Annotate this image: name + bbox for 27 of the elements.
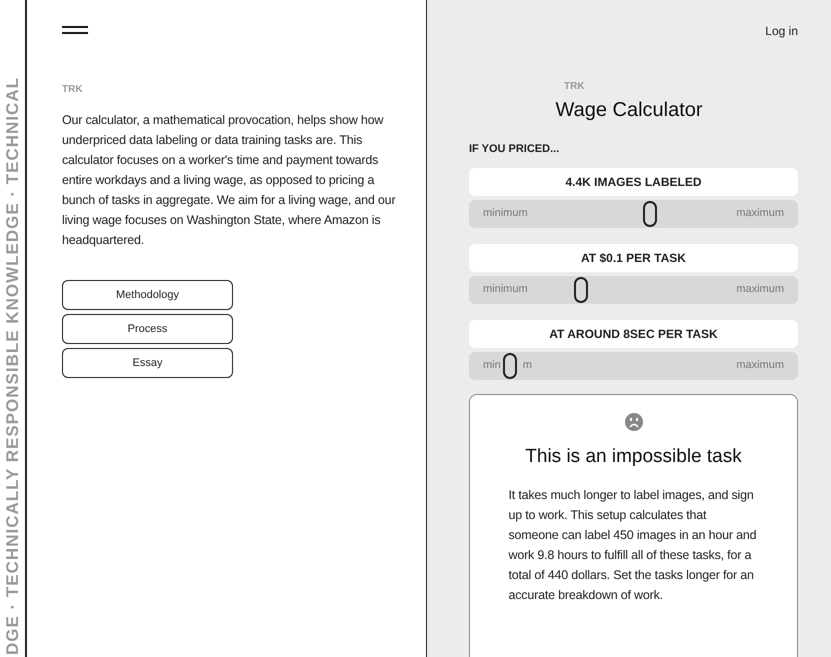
page-title: Wage Calculator bbox=[555, 98, 703, 123]
slider-max-label: maximum bbox=[736, 282, 784, 298]
logo: TRK bbox=[62, 83, 83, 97]
nav-button[interactable]: Essay bbox=[62, 348, 233, 378]
slider-min-label: minimum bbox=[483, 282, 528, 298]
sad-face-icon bbox=[624, 412, 642, 430]
vertical-banner-text: DGE · TECHNICALLY RESPONSIBLE KNOWLEDGE · TECHNICAL bbox=[2, 76, 23, 657]
slider-label: AT $0.1 PER TASK bbox=[469, 244, 798, 272]
login-link[interactable]: Log in bbox=[765, 22, 798, 40]
logo: TRK bbox=[564, 80, 585, 94]
slider-thumb[interactable] bbox=[642, 200, 657, 226]
menu-icon[interactable] bbox=[62, 26, 88, 35]
slider-min-label: minimum bbox=[483, 206, 528, 222]
section-label: IF YOU PRICED... bbox=[469, 142, 560, 157]
slider-thumb[interactable] bbox=[503, 352, 518, 378]
intro-paragraph: Our calculator, a mathematical provocation, helps show how underpriced data labeling or data training tasks are. This calculator focuses on a worker's time and payment towards entire workdays and a living wage, as opposed to pricing a bunch of tasks in aggregate. We aim for a living wage, and our living wage focuses on Washington State, where Amazon is headquartered. bbox=[62, 112, 396, 249]
slider-label: 4.4K IMAGES LABELED bbox=[469, 168, 798, 196]
nav-button[interactable]: Process bbox=[62, 314, 233, 344]
slider-min-label: min bbox=[483, 358, 501, 374]
slider-thumb[interactable] bbox=[574, 276, 588, 302]
slider-max-label: maximum bbox=[736, 206, 784, 222]
result-paragraph: It takes much longer to label images, and sign up to work. This setup calculates that someone can label 450 images in an hour and work 9.8 hours to fulfill all of these tasks, for a total of 440 dollars. Set the tasks longer for an accurate breakdown of work. bbox=[508, 487, 758, 604]
result-title: This is an impossible task bbox=[525, 444, 742, 468]
slider-label: AT AROUND 8SEC PER TASK bbox=[469, 320, 798, 348]
slider-min-label: m bbox=[522, 358, 532, 374]
slider-max-label: maximum bbox=[736, 358, 784, 374]
nav-button[interactable]: Methodology bbox=[62, 280, 233, 310]
